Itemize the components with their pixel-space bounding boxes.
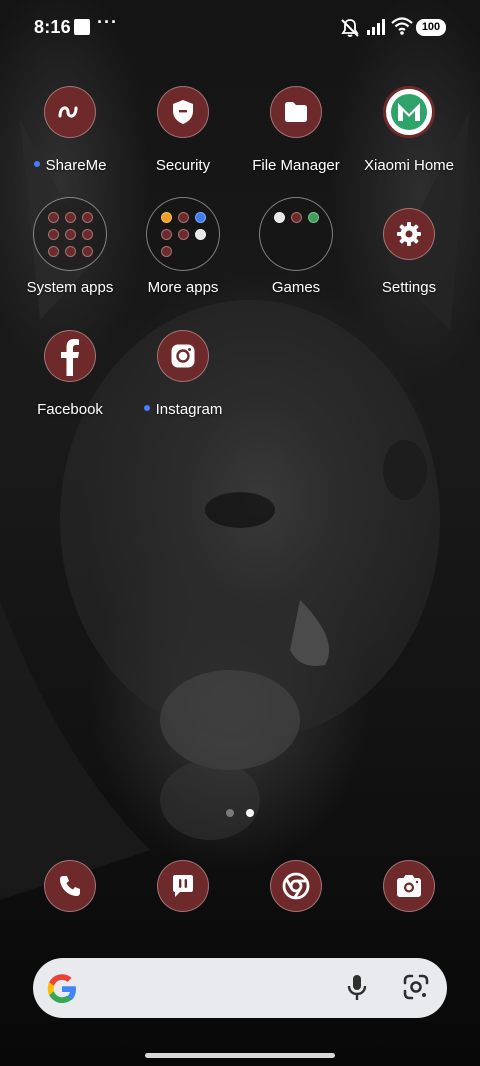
silent-icon xyxy=(341,19,359,37)
page-dot-2[interactable] xyxy=(246,809,254,817)
app-label: Facebook xyxy=(37,401,103,418)
dock-camera[interactable] xyxy=(383,860,435,912)
dock-messages[interactable] xyxy=(157,860,209,912)
app-settings[interactable]: Settings xyxy=(354,208,464,297)
app-xiaomi-home[interactable]: Xiaomi Home xyxy=(354,86,464,175)
instagram-icon xyxy=(157,330,209,382)
status-bar: 8:16 ··· 100 xyxy=(0,0,480,56)
dock-phone[interactable] xyxy=(44,860,96,912)
app-file-manager[interactable]: File Manager xyxy=(241,86,351,175)
google-lens-icon[interactable] xyxy=(403,974,429,1000)
xiaomi-home-icon xyxy=(383,86,435,138)
app-label: Xiaomi Home xyxy=(363,157,455,174)
shareme-icon xyxy=(44,86,96,138)
dock-chrome[interactable] xyxy=(270,860,322,912)
folder-system-apps[interactable]: System apps xyxy=(15,197,125,297)
gesture-navigation-bar[interactable] xyxy=(145,1053,335,1058)
shield-icon xyxy=(157,86,209,138)
camera-icon xyxy=(383,860,435,912)
page-dot-1[interactable] xyxy=(226,809,234,817)
folder-games[interactable]: Games xyxy=(241,197,351,297)
google-logo-icon xyxy=(47,974,76,1003)
chrome-icon xyxy=(270,860,322,912)
new-update-dot xyxy=(143,405,150,412)
gear-icon xyxy=(383,208,435,260)
home-screen: 8:16 ··· 100 ShareMe Security File Manag… xyxy=(0,0,480,1066)
new-update-dot xyxy=(33,161,40,168)
status-time: 8:16 xyxy=(34,17,71,37)
folder-label: More apps xyxy=(147,279,219,296)
folder-preview-icon xyxy=(259,197,333,271)
folder-preview-icon xyxy=(33,197,107,271)
page-indicator[interactable] xyxy=(226,809,256,819)
app-label: Security xyxy=(155,157,211,174)
wifi-icon xyxy=(391,17,413,35)
app-label: Settings xyxy=(381,279,437,296)
folder-more-apps[interactable]: More apps xyxy=(128,197,238,297)
folder-preview-icon xyxy=(146,197,220,271)
facebook-icon xyxy=(44,330,96,382)
phone-icon xyxy=(44,860,96,912)
message-icon xyxy=(157,860,209,912)
battery-indicator: 100 xyxy=(416,19,446,36)
app-label: File Manager xyxy=(252,157,340,174)
app-shareme[interactable]: ShareMe xyxy=(15,86,125,175)
google-search-bar[interactable] xyxy=(33,958,447,1018)
notification-square-icon xyxy=(74,19,90,35)
microphone-icon[interactable] xyxy=(346,974,368,1002)
folder-icon xyxy=(270,86,322,138)
more-notifications-indicator: ··· xyxy=(97,12,118,32)
folder-label: Games xyxy=(271,279,321,296)
app-facebook[interactable]: Facebook xyxy=(15,330,125,419)
app-label: Instagram xyxy=(155,401,223,418)
signal-icon xyxy=(367,19,385,35)
app-instagram[interactable]: Instagram xyxy=(128,330,238,419)
app-security[interactable]: Security xyxy=(128,86,238,175)
folder-label: System apps xyxy=(26,279,114,296)
app-label: ShareMe xyxy=(45,157,107,174)
